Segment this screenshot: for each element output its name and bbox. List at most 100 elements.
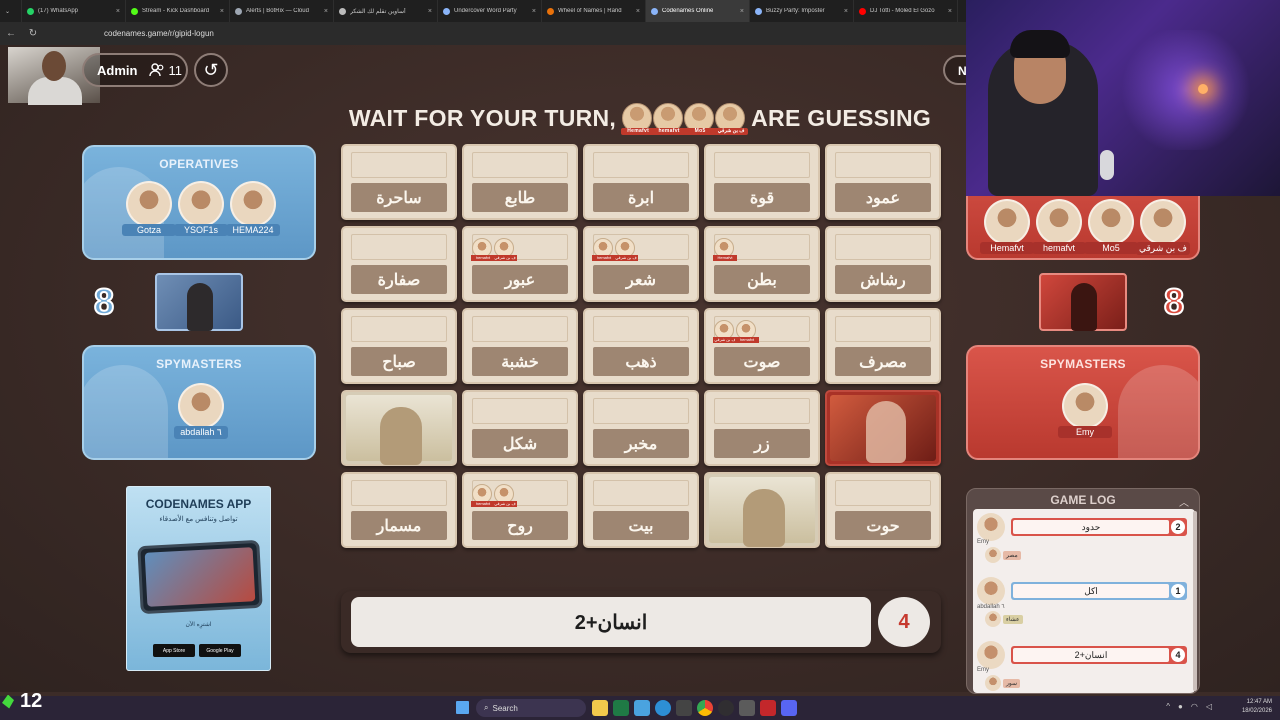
close-icon[interactable]: × [428, 8, 432, 15]
phone-image [137, 539, 263, 615]
volume-icon[interactable]: ◁ [1206, 702, 1212, 711]
browser-tab[interactable]: Alerts | BotRix — Cloud × [230, 0, 334, 22]
favicon-icon [859, 7, 866, 15]
url-field[interactable]: codenames.game/r/gipid-logun [104, 29, 214, 38]
word-card[interactable]: ذهب [583, 308, 699, 384]
player-gotza[interactable]: Gotza [122, 181, 176, 236]
back-icon[interactable]: ← [0, 28, 22, 39]
chevron-up-icon[interactable]: ^ [1166, 702, 1170, 711]
close-icon[interactable]: × [116, 8, 120, 15]
spymasters-title: SPYMASTERS [156, 357, 242, 371]
word-card[interactable]: خشبة [462, 308, 578, 384]
word-card[interactable]: شكل [462, 390, 578, 466]
word-card[interactable]: عمود [825, 144, 941, 220]
browser-tab[interactable]: أساوين تقلم لك الشكر × [334, 0, 438, 22]
player-ysof1s[interactable]: YSOF1s [174, 181, 228, 236]
excel-icon[interactable] [613, 700, 629, 716]
collapse-icon[interactable]: ︿ [1179, 494, 1189, 509]
codenames-app-promo[interactable]: CODENAMES APP تواصل وتنافس مع الأصدقاء ا… [126, 486, 271, 671]
tab-list-button[interactable]: ⌄ [0, 0, 22, 22]
admin-label: Admin [97, 62, 138, 78]
player-abdallah[interactable]: abdallah ٦ [174, 383, 228, 439]
browser-tab[interactable]: Wheel of Names | Rand × [542, 0, 646, 22]
card-word: صفارة [351, 265, 447, 294]
close-icon[interactable]: × [636, 8, 640, 15]
word-card[interactable]: طابع [462, 144, 578, 220]
obs-icon[interactable] [718, 700, 734, 716]
chrome-icon[interactable] [697, 700, 713, 716]
terminal-icon[interactable] [676, 700, 692, 716]
app-icon[interactable] [739, 700, 755, 716]
taskbar-search[interactable]: ⌕ Search [476, 699, 586, 717]
revealed-bystander-card[interactable] [704, 472, 820, 548]
game-area: Admin 11 ↺ Ne WAIT FOR YOUR TURN, Hemafv… [0, 0, 1280, 694]
word-card[interactable]: زر [704, 390, 820, 466]
close-icon[interactable]: × [740, 8, 744, 15]
log-guess: سور [985, 675, 1021, 691]
word-card[interactable]: hemafvt ف بن شرقي شعر [583, 226, 699, 302]
card-voters: ف بن شرقي hemafvt [713, 320, 759, 343]
word-card[interactable]: hemafvt ف بن شرقي روح [462, 472, 578, 548]
word-card[interactable]: رشاش [825, 226, 941, 302]
word-card[interactable]: مسمار [341, 472, 457, 548]
browser-tab[interactable]: Codenames Online × [646, 0, 750, 22]
app-store-badge[interactable]: App Store [153, 644, 195, 657]
refresh-icon[interactable]: ↻ [22, 28, 44, 39]
clock[interactable]: 12:47 AM 18/02/2026 [1242, 698, 1272, 716]
word-card[interactable]: بيت [583, 472, 699, 548]
favicon-icon [547, 7, 554, 15]
close-icon[interactable]: × [324, 8, 328, 15]
browser-tab[interactable]: DJ Totti - Moled El Gozo × [854, 0, 958, 22]
word-card[interactable]: صباح [341, 308, 457, 384]
file-explorer-icon[interactable] [592, 700, 608, 716]
game-log-list: Emy حدود 2 مصر abdallah ٦ اكل 1 عشاء Emy انسان+2 4… [973, 509, 1195, 693]
player-hema224[interactable]: HEMA224 [226, 181, 280, 236]
word-card[interactable]: مصرف [825, 308, 941, 384]
revealed-bystander-card[interactable] [341, 390, 457, 466]
acrobat-icon[interactable] [760, 700, 776, 716]
wifi-icon[interactable]: ◠ [1191, 702, 1198, 711]
discord-icon[interactable] [781, 700, 797, 716]
word-card[interactable]: hemafvt ف بن شرقي عبور [462, 226, 578, 302]
promo-subtitle: تواصل وتنافس مع الأصدقاء [159, 516, 238, 523]
close-icon[interactable]: × [844, 8, 848, 15]
player-hemafvt[interactable]: Hemafvt [980, 199, 1034, 254]
player-emy[interactable]: Emy [1058, 383, 1112, 438]
word-card[interactable]: ابرة [583, 144, 699, 220]
word-card[interactable]: ف بن شرقي hemafvt صوت [704, 308, 820, 384]
windows-start-icon[interactable] [456, 701, 469, 714]
word-card[interactable]: مخبر [583, 390, 699, 466]
photos-icon[interactable] [634, 700, 650, 716]
browser-tab[interactable]: (17) WhatsApp × [22, 0, 126, 22]
edge-icon[interactable] [655, 700, 671, 716]
revealed-red-agent-card[interactable] [825, 390, 941, 466]
operatives-title: OPERATIVES [159, 157, 239, 171]
browser-tab[interactable]: Buzzy Party: Imposter × [750, 0, 854, 22]
restart-icon: ↺ [203, 59, 219, 80]
players-icon [149, 63, 164, 77]
clue-number: 4 [878, 597, 930, 647]
close-icon[interactable]: × [220, 8, 224, 15]
blue-operatives-panel: OPERATIVES Gotza YSOF1s HEMA224 [82, 145, 316, 260]
guesser-avatar: hemafvt [652, 103, 687, 135]
taskbar-apps [592, 700, 797, 716]
player-sharqi[interactable]: ف بن شرقي [1136, 199, 1190, 255]
word-card[interactable]: ساحرة [341, 144, 457, 220]
google-play-badge[interactable]: Google Play [199, 644, 241, 657]
word-card[interactable]: حوت [825, 472, 941, 548]
admin-button[interactable]: Admin 11 [82, 53, 188, 87]
player-hemafvt-2[interactable]: hemafvt [1032, 199, 1086, 254]
player-mo5[interactable]: Mo5 [1084, 199, 1138, 254]
browser-tab[interactable]: Stream - Kick Dashboard × [126, 0, 230, 22]
browser-tab[interactable]: Undercover Word Party × [438, 0, 542, 22]
word-card[interactable]: Hemafvt بطن [704, 226, 820, 302]
word-card[interactable]: صفارة [341, 226, 457, 302]
close-icon[interactable]: × [532, 8, 536, 15]
game-log-scrollbar[interactable] [1193, 511, 1197, 691]
blue-score: 8 [93, 280, 115, 323]
headline-left: WAIT FOR YOUR TURN, [348, 104, 617, 131]
word-card[interactable]: قوة [704, 144, 820, 220]
reset-button[interactable]: ↺ [194, 53, 228, 87]
mic-icon[interactable]: ● [1178, 702, 1183, 711]
close-icon[interactable]: × [948, 8, 952, 15]
